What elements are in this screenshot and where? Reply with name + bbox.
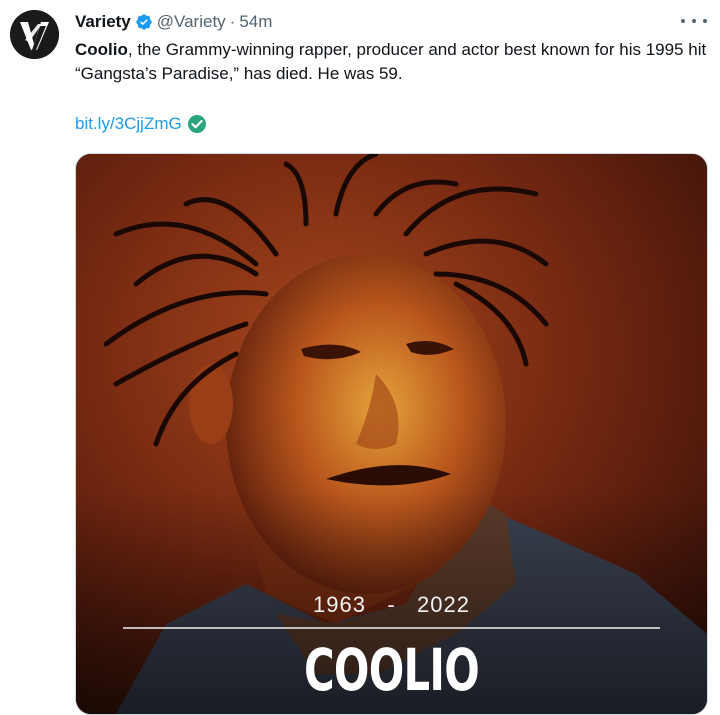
avatar[interactable] — [10, 10, 59, 59]
author-handle[interactable]: @Variety — [157, 12, 226, 32]
tweet-link[interactable]: bit.ly/3CjjZmG — [75, 114, 182, 134]
tweet-text: Coolio, the Grammy-winning rapper, produ… — [75, 38, 715, 86]
tweet-link-row: bit.ly/3CjjZmG — [75, 114, 207, 134]
year-end: 2022 — [417, 592, 470, 617]
year-start: 1963 — [313, 592, 366, 617]
timestamp[interactable]: 54m — [239, 12, 272, 32]
author-name[interactable]: Variety — [75, 12, 131, 32]
year-separator: - — [387, 592, 396, 617]
variety-logo-icon — [10, 10, 59, 59]
more-dots-icon[interactable] — [681, 11, 707, 31]
coolio-photo — [76, 154, 707, 714]
separator: · — [229, 12, 236, 31]
media-card[interactable]: 1963 - 2022 COOLIO — [75, 153, 708, 715]
tweet-header: Variety @Variety · 54m — [75, 11, 272, 33]
tweet-text-body: , the Grammy-winning rapper, producer an… — [75, 40, 707, 83]
tweet-text-bold[interactable]: Coolio — [75, 40, 128, 59]
headline-name: COOLIO — [304, 636, 480, 704]
years-label: 1963 - 2022 — [76, 592, 707, 618]
check-circle-icon — [187, 114, 207, 134]
verified-badge-icon — [135, 13, 153, 31]
divider-line — [123, 627, 660, 629]
